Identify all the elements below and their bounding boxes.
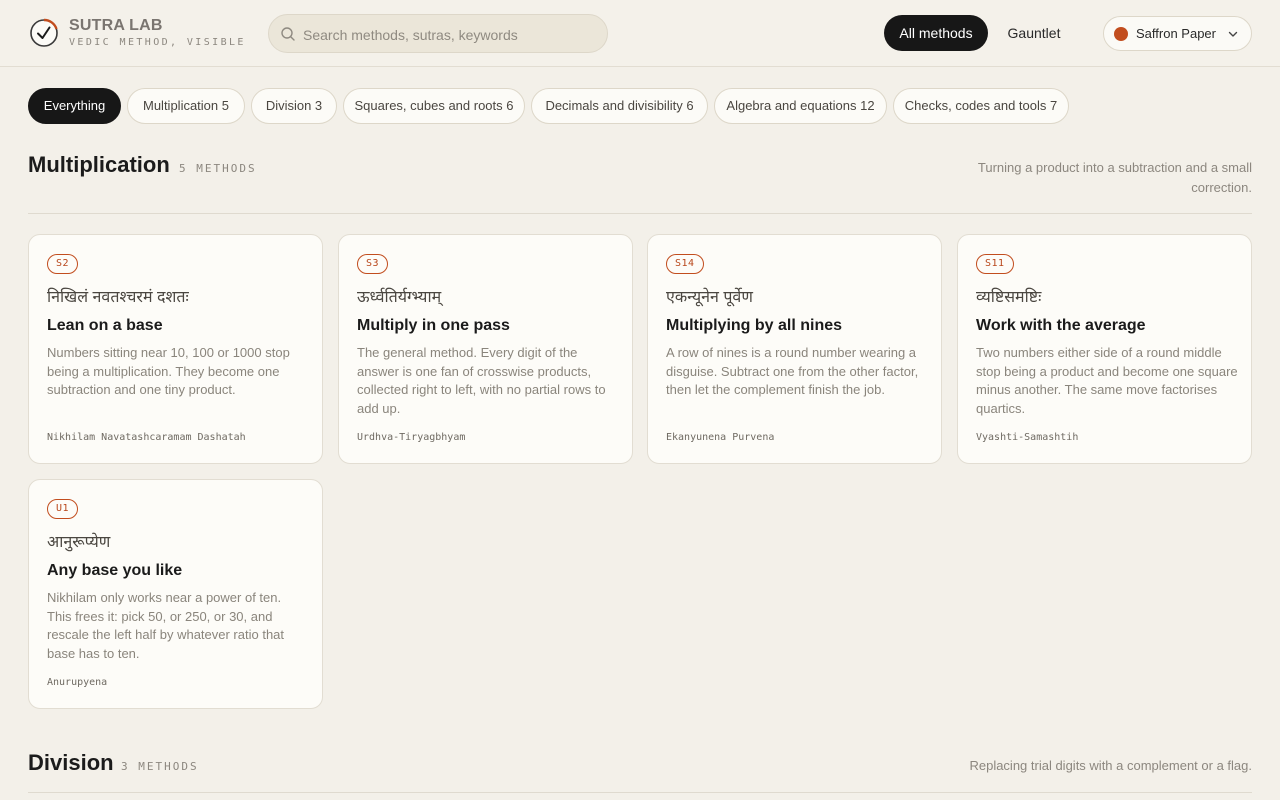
sutra-badge: S3 <box>357 254 389 274</box>
search-icon <box>281 27 295 41</box>
filter-chip-squares[interactable]: Squares, cubes and roots 6 <box>343 88 525 124</box>
method-description: The general method. Every digit of the a… <box>357 345 606 416</box>
section-count-division: 3 METHODS <box>121 760 199 773</box>
theme-label: Saffron Paper <box>1136 26 1216 41</box>
method-card-s14[interactable]: S14 एकन्यूनेन पूर्वेण Multiplying by all… <box>647 234 942 464</box>
sutra-badge: S14 <box>666 254 704 274</box>
method-transliteration: Urdhva-Tiryagbhyam <box>357 432 466 443</box>
sutra-badge: S11 <box>976 254 1014 274</box>
logo-check-icon[interactable] <box>29 18 59 48</box>
method-transliteration: Ekanyunena Purvena <box>666 432 775 443</box>
search-box[interactable] <box>268 14 608 54</box>
section-divider <box>28 213 1252 214</box>
filter-chip-decimals[interactable]: Decimals and divisibility 6 <box>531 88 708 124</box>
method-title: Work with the average <box>976 317 1146 334</box>
section-title-multiplication: Multiplication <box>28 152 170 177</box>
method-transliteration: Anurupyena <box>47 677 108 688</box>
method-title: Multiply in one pass <box>357 317 510 334</box>
method-description: Nikhilam only works near a power of ten.… <box>47 590 285 661</box>
method-description: A row of nines is a round number wearing… <box>666 345 919 398</box>
sutra-badge: U1 <box>47 499 79 519</box>
section-description-multiplication: Turning a product into a subtraction and… <box>977 160 1252 195</box>
filter-chip-division[interactable]: Division 3 <box>251 88 337 124</box>
nav-all-methods-button[interactable]: All methods <box>884 15 988 51</box>
sutra-badge: S2 <box>47 254 79 274</box>
search-input[interactable] <box>301 15 601 54</box>
section-count-multiplication: 5 METHODS <box>179 162 257 175</box>
method-card-s11[interactable]: S11 व्यष्टिसमष्टिः Work with the average… <box>957 234 1252 464</box>
sanskrit-name: निखिलं नवतश्चरमं दशतः <box>47 289 189 306</box>
method-transliteration: Nikhilam Navatashcaramam Dashatah <box>47 432 246 443</box>
method-transliteration: Vyashti-Samashtih <box>976 432 1079 443</box>
filter-chip-algebra[interactable]: Algebra and equations 12 <box>714 88 887 124</box>
method-description: Numbers sitting near 10, 100 or 1000 sto… <box>47 345 290 398</box>
top-bar: SUTRA LAB VEDIC METHOD, VISIBLE All meth… <box>0 0 1280 67</box>
brand-tagline: VEDIC METHOD, VISIBLE <box>69 37 246 48</box>
brand-name: SUTRA LAB <box>69 17 163 34</box>
section-divider <box>28 792 1252 793</box>
section-title-division: Division <box>28 750 114 775</box>
sanskrit-name: एकन्यूनेन पूर्वेण <box>666 289 753 306</box>
filter-chip-multiplication[interactable]: Multiplication 5 <box>127 88 245 124</box>
method-description: Two numbers either side of a round middl… <box>976 345 1238 416</box>
sanskrit-name: व्यष्टिसमष्टिः <box>976 289 1042 306</box>
nav-gauntlet-button[interactable]: Gauntlet <box>994 15 1074 51</box>
section-description-division: Replacing trial digits with a complement… <box>969 758 1252 773</box>
method-card-s3[interactable]: S3 ऊर्ध्वतिर्यग्भ्याम् Multiply in one p… <box>338 234 633 464</box>
sanskrit-name: ऊर्ध्वतिर्यग्भ्याम् <box>357 289 442 306</box>
chevron-down-icon <box>1228 31 1238 37</box>
method-title: Lean on a base <box>47 317 163 334</box>
filter-chip-everything[interactable]: Everything <box>28 88 121 124</box>
filter-chip-checks[interactable]: Checks, codes and tools 7 <box>893 88 1069 124</box>
theme-select[interactable]: Saffron Paper <box>1103 16 1252 51</box>
method-title: Multiplying by all nines <box>666 317 843 334</box>
method-card-u1[interactable]: U1 आनुरूप्येण Any base you like Nikhilam… <box>28 479 323 709</box>
method-title: Any base you like <box>47 562 183 579</box>
theme-color-dot <box>1114 27 1128 41</box>
sanskrit-name: आनुरूप्येण <box>47 534 111 551</box>
method-card-s2[interactable]: S2 निखिलं नवतश्चरमं दशतः Lean on a base … <box>28 234 323 464</box>
